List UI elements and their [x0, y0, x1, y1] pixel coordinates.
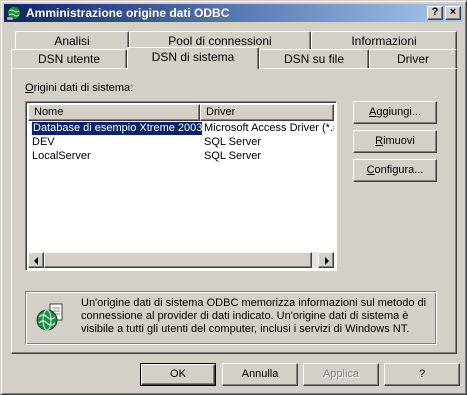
close-button[interactable]: ×: [445, 6, 461, 20]
dsn-driver: Microsoft Access Driver (*.mdb): [204, 122, 334, 134]
odbc-globe-icon: [6, 6, 21, 21]
dsn-name: Database di esempio Xtreme 2003: [31, 122, 203, 136]
column-header-name[interactable]: Nome: [28, 104, 200, 121]
add-button[interactable]: Aggiungi...: [353, 101, 437, 124]
arrow-left-icon: [34, 257, 38, 265]
ok-button[interactable]: OK: [140, 363, 216, 386]
info-box: Un'origine dati di sistema ODBC memorizz…: [25, 291, 437, 345]
dsn-driver: SQL Server: [204, 150, 262, 162]
title-help-button[interactable]: ?: [427, 6, 443, 20]
dsn-name: LocalServer: [32, 150, 91, 162]
close-icon: ×: [449, 6, 457, 18]
scroll-thumb[interactable]: [44, 252, 312, 268]
tab-informazioni[interactable]: Informazioni: [311, 31, 457, 51]
apply-button[interactable]: Applica: [303, 363, 379, 386]
dsn-driver: SQL Server: [204, 136, 262, 148]
dsn-name: DEV: [32, 136, 55, 148]
arrow-right-icon: [325, 257, 329, 265]
list-item[interactable]: LocalServer SQL Server: [28, 150, 334, 164]
tab-dsn-sistema[interactable]: DSN di sistema: [127, 47, 259, 69]
scroll-left-button[interactable]: [28, 252, 44, 268]
system-dsn-list[interactable]: Nome Driver Database di esempio Xtreme 2…: [25, 101, 337, 271]
column-header-driver[interactable]: Driver: [200, 104, 334, 121]
info-description: Un'origine dati di sistema ODBC memorizz…: [81, 297, 427, 335]
window-title: Amministrazione origine dati ODBC: [26, 6, 230, 20]
list-item[interactable]: Database di esempio Xtreme 2003 Microsof…: [28, 122, 334, 136]
help-button[interactable]: ?: [384, 363, 460, 386]
tab-dsn-file[interactable]: DSN su file: [259, 49, 369, 69]
odbc-admin-dialog: Amministrazione origine dati ODBC ? × An…: [0, 0, 467, 395]
remove-button[interactable]: Rimuovi: [353, 130, 437, 153]
tab-dsn-utente[interactable]: DSN utente: [11, 49, 127, 69]
tab-analisi[interactable]: Analisi: [15, 31, 129, 51]
cancel-button[interactable]: Annulla: [222, 363, 298, 386]
tab-driver[interactable]: Driver: [369, 49, 457, 69]
horizontal-scrollbar[interactable]: [28, 252, 334, 268]
system-sources-label: Origini dati di sistema:: [25, 82, 134, 94]
scroll-right-button[interactable]: [318, 252, 334, 268]
odbc-globe-icon: [36, 303, 63, 331]
title-bar[interactable]: Amministrazione origine dati ODBC ? ×: [4, 4, 463, 22]
configure-button[interactable]: Configura...: [353, 159, 437, 182]
list-item[interactable]: DEV SQL Server: [28, 136, 334, 150]
